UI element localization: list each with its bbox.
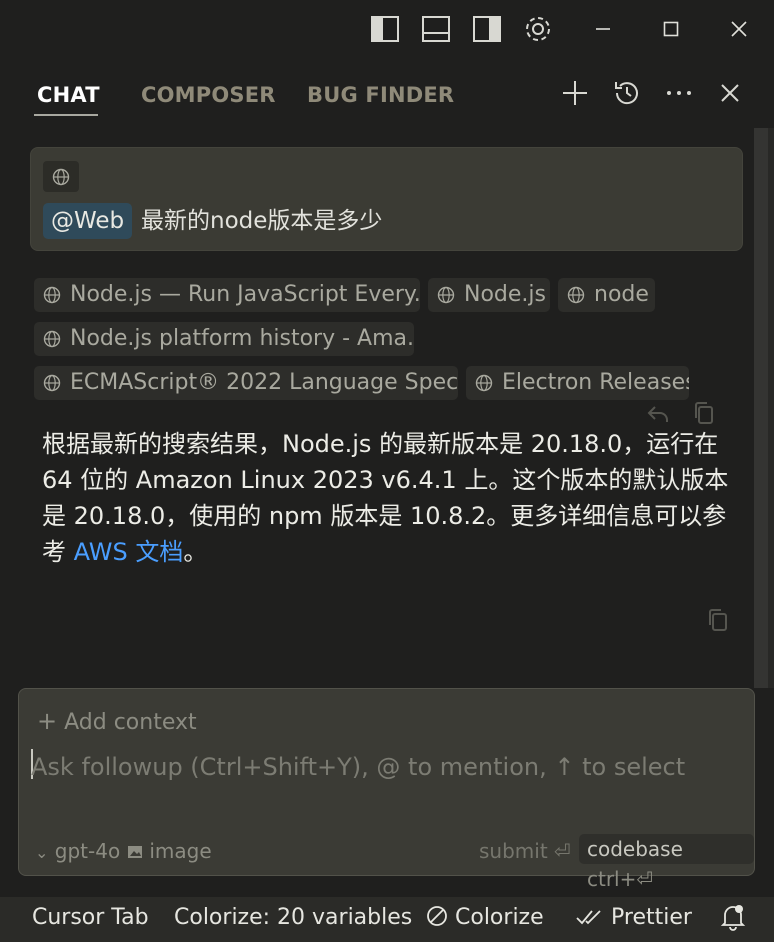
copy-icon[interactable] [704, 606, 732, 634]
globe-icon [43, 286, 61, 304]
globe-icon [52, 168, 70, 185]
colorize-status[interactable]: Colorize [426, 905, 544, 930]
prettier-status[interactable]: Prettier [576, 905, 692, 930]
source-title: ECMAScript® 2022 Language Spec... [70, 370, 458, 395]
tab-bug-finder[interactable]: BUG FINDER [307, 83, 454, 107]
source-title: Node.js platform history - Ama... [70, 326, 414, 351]
reply-icon[interactable] [644, 400, 672, 428]
plus-icon: + [37, 707, 58, 735]
minimize-icon[interactable] [586, 12, 620, 46]
codebase-label: codebase [587, 837, 683, 861]
image-button[interactable]: image [127, 839, 212, 863]
tab-chat[interactable]: CHAT [37, 83, 100, 107]
image-icon [128, 846, 142, 858]
notifications-bell-icon[interactable] [720, 903, 746, 937]
followup-input[interactable]: Ask followup (Ctrl+Shift+Y), @ to mentio… [31, 753, 685, 781]
close-chat-icon[interactable] [713, 76, 747, 110]
add-context-label: Add context [64, 710, 197, 735]
source-chip[interactable]: Node.js [428, 278, 550, 312]
source-chip[interactable]: Node.js platform history - Ama... [34, 322, 414, 356]
status-bar: Cursor Tab Colorize: 20 variables Colori… [0, 897, 774, 942]
new-chat-icon[interactable] [558, 76, 592, 110]
codebase-button[interactable]: codebase ctrl+⏎ [579, 834, 754, 891]
cursor-tab-status[interactable]: Cursor Tab [32, 905, 149, 930]
colorize-variables-status[interactable]: Colorize: 20 variables [174, 905, 412, 930]
editor-edge [768, 128, 774, 688]
source-chip[interactable]: node [558, 278, 655, 312]
gear-icon[interactable] [521, 12, 555, 46]
maximize-icon[interactable] [654, 12, 688, 46]
source-title: Node.js — Run JavaScript Every... [70, 282, 420, 307]
model-label: gpt-4o [54, 839, 121, 863]
colorize-label: Colorize [455, 905, 544, 930]
globe-icon [475, 374, 493, 392]
globe-icon [43, 330, 61, 348]
query-text: 最新的node版本是多少 [141, 208, 383, 234]
web-search-toggle[interactable] [43, 161, 79, 192]
toggle-panel-icon[interactable] [419, 12, 453, 46]
double-check-icon [576, 910, 601, 925]
globe-icon [43, 374, 61, 392]
submit-button[interactable]: submit ⏎ [479, 839, 571, 863]
source-chip[interactable]: Electron Releases [466, 366, 689, 400]
web-mention-tag: @Web [43, 203, 133, 239]
source-title: Node.js [464, 282, 546, 307]
codebase-shortcut: ctrl+⏎ [587, 867, 654, 891]
active-tab-indicator [34, 114, 98, 116]
source-title: node [594, 282, 649, 307]
more-options-icon[interactable] [662, 76, 696, 110]
copy-icon[interactable] [690, 399, 718, 427]
history-icon[interactable] [610, 76, 644, 110]
source-chip[interactable]: ECMAScript® 2022 Language Spec... [34, 366, 458, 400]
disabled-icon [427, 906, 447, 926]
close-icon[interactable] [722, 12, 756, 46]
followup-input-box[interactable]: + Add context Ask followup (Ctrl+Shift+Y… [18, 688, 755, 891]
title-bar [0, 0, 774, 62]
model-selector[interactable]: ⌄ gpt-4o [35, 839, 120, 863]
prettier-label: Prettier [611, 905, 692, 930]
chevron-down-icon: ⌄ [35, 843, 49, 862]
answer-tail: 。 [183, 538, 208, 566]
source-title: Electron Releases [502, 370, 689, 395]
toggle-secondary-sidebar-icon[interactable] [470, 12, 504, 46]
assistant-answer: 根据最新的搜索结果，Node.js 的最新版本是 20.18.0，运行在 64 … [42, 426, 742, 570]
globe-icon [437, 286, 455, 304]
source-chip[interactable]: Node.js — Run JavaScript Every... [34, 278, 420, 312]
image-label: image [149, 839, 212, 863]
toggle-primary-sidebar-icon[interactable] [368, 12, 402, 46]
globe-icon [567, 286, 585, 304]
scrollbar[interactable] [754, 128, 768, 688]
add-context-button[interactable]: + Add context [37, 707, 197, 735]
tab-composer[interactable]: COMPOSER [141, 83, 276, 107]
user-query[interactable]: @Web 最新的node版本是多少 [30, 147, 743, 251]
aws-docs-link[interactable]: AWS 文档 [74, 538, 184, 566]
